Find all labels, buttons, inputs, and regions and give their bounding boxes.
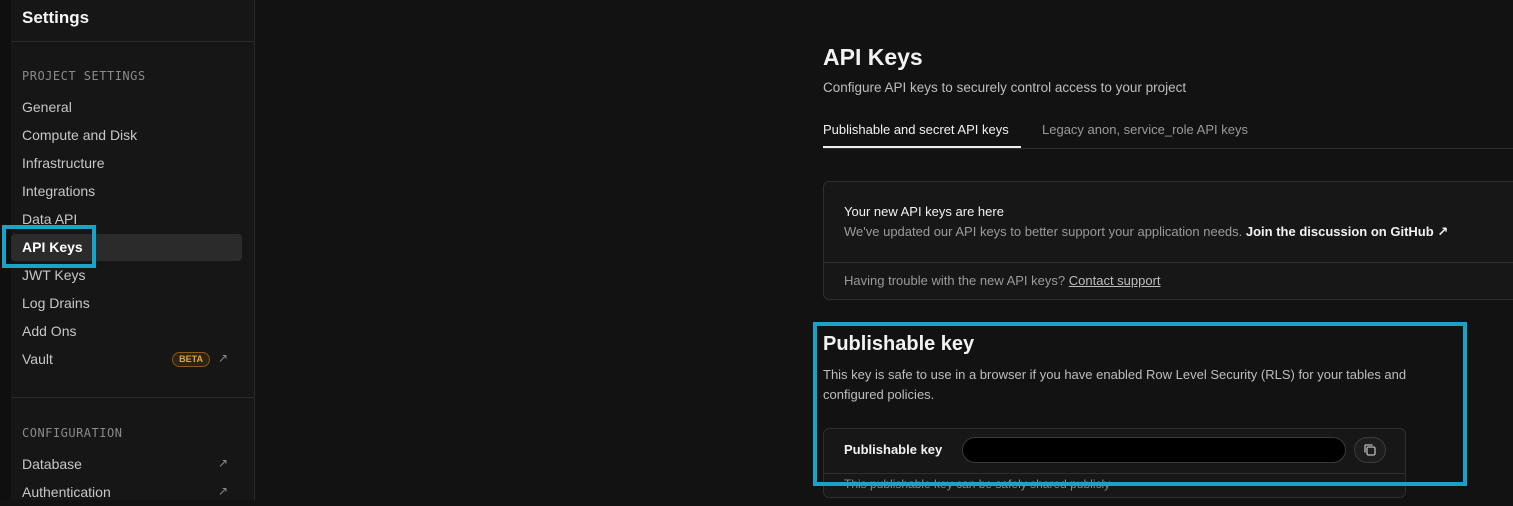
page-title: API Keys (823, 44, 923, 70)
sidebar-item-add-ons[interactable]: Add Ons (11, 318, 242, 345)
external-link-icon: ↗ (1437, 224, 1449, 239)
sidebar-item-integrations[interactable]: Integrations (11, 178, 242, 205)
sidebar-item-data-api[interactable]: Data API (11, 206, 242, 233)
publishable-key-description: This key is safe to use in a browser if … (823, 367, 1407, 402)
tabs-divider (823, 148, 1513, 149)
sidebar-item-label: Infrastructure (22, 155, 105, 171)
sidebar-item-general[interactable]: General (11, 94, 242, 121)
window-edge (0, 0, 11, 500)
sidebar-item-label: Data API (22, 211, 78, 227)
active-tab-indicator (823, 146, 1021, 148)
publishable-key-field[interactable] (962, 437, 1346, 463)
notice-title: Your new API keys are here (844, 204, 1004, 219)
sidebar-item-label: Authentication (22, 484, 111, 500)
publishable-key-heading: Publishable key (823, 333, 975, 355)
section-label-configuration: CONFIGURATION (22, 426, 123, 440)
copy-icon (1364, 444, 1376, 456)
publishable-key-label: Publishable key (844, 442, 943, 457)
sidebar-item-label: Add Ons (22, 323, 77, 339)
sidebar-item-label: Compute and Disk (22, 127, 138, 143)
sidebar-divider (11, 397, 255, 398)
publishable-key-hint: This publishable key can be safely share… (844, 477, 1111, 491)
sidebar-item-label: JWT Keys (22, 267, 86, 283)
section-label-project-settings: PROJECT SETTINGS (22, 69, 146, 83)
sidebar-item-label: API Keys (22, 239, 83, 255)
external-link-icon: ↗ (217, 456, 228, 470)
copy-button[interactable] (1354, 437, 1386, 463)
sidebar-item-jwt-keys[interactable]: JWT Keys (11, 262, 242, 289)
sidebar-item-label: Database (22, 456, 82, 472)
new-api-keys-notice: Your new API keys are here We've updated… (823, 181, 1513, 300)
github-discussion-link-label: Join the discussion on GitHub (1245, 224, 1434, 239)
publishable-key-card: Publishable key This publishable key can… (823, 428, 1406, 498)
sidebar-item-label: Vault (22, 351, 53, 367)
settings-sidebar: Settings PROJECT SETTINGS General Comput… (11, 0, 255, 500)
tab-legacy-keys[interactable]: Legacy anon, service_role API keys (1042, 122, 1248, 137)
beta-badge: BETA (172, 352, 210, 367)
sidebar-title: Settings (11, 0, 254, 42)
contact-support-link[interactable]: Contact support (1069, 273, 1161, 288)
sidebar-item-label: General (22, 99, 72, 115)
sidebar-item-label: Integrations (22, 183, 96, 199)
page-subtitle: Configure API keys to securely control a… (823, 80, 1187, 95)
notice-body-text: We've updated our API keys to better sup… (844, 224, 1243, 239)
sidebar-item-api-keys[interactable]: API Keys (11, 234, 242, 261)
card-divider (824, 473, 1405, 474)
tab-publishable-and-secret[interactable]: Publishable and secret API keys (823, 122, 1009, 137)
notice-body: We've updated our API keys to better sup… (844, 224, 1448, 240)
sidebar-item-database[interactable]: Database ↗ (11, 451, 242, 478)
sidebar-item-log-drains[interactable]: Log Drains (11, 290, 242, 317)
sidebar-item-label: Log Drains (22, 295, 90, 311)
notice-footer-text: Having trouble with the new API keys? (844, 273, 1066, 288)
external-link-icon: ↗ (217, 351, 228, 365)
sidebar-item-vault[interactable]: Vault BETA ↗ (11, 346, 242, 373)
sidebar-item-authentication[interactable]: Authentication ↗ (11, 479, 242, 506)
notice-footer: Having trouble with the new API keys? Co… (844, 273, 1161, 288)
github-discussion-link[interactable]: Join the discussion on GitHub ↗ (1246, 224, 1448, 239)
external-link-icon: ↗ (217, 484, 228, 498)
sidebar-item-compute-and-disk[interactable]: Compute and Disk (11, 122, 242, 149)
notice-divider (824, 262, 1513, 263)
sidebar-item-infrastructure[interactable]: Infrastructure (11, 150, 242, 177)
